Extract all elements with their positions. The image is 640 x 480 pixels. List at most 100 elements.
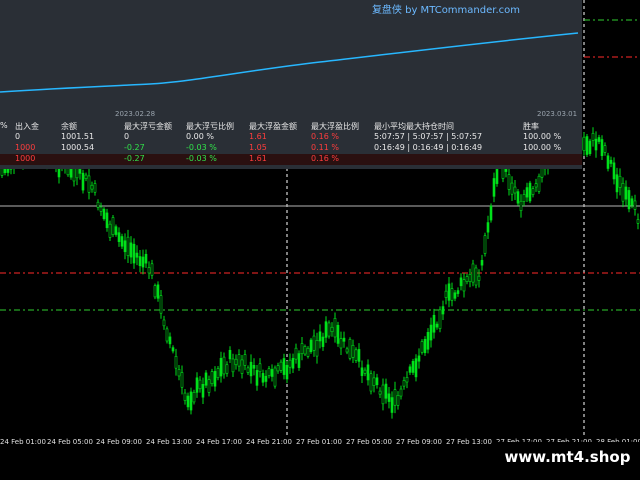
- candle-body: [528, 182, 532, 202]
- candle-body: [372, 377, 376, 386]
- candle-body: [402, 380, 406, 387]
- candle-body: [273, 367, 277, 387]
- candle-body: [327, 322, 331, 337]
- candle-body: [177, 369, 181, 377]
- candle-body: [240, 359, 244, 374]
- candle-body: [207, 379, 211, 393]
- candle-body: [414, 358, 418, 378]
- stats-cell: 5:07:57 | 5:07:57 | 5:07:57: [374, 132, 483, 141]
- stats-cell: 0:16:49 | 0:16:49 | 0:16:49: [374, 143, 483, 152]
- candle-body: [339, 338, 343, 349]
- candlestick-series: [0, 127, 640, 419]
- stats-row: 1000 -0.27 -0.03 % 1.61 0.16 %: [0, 154, 582, 165]
- candle-body: [480, 260, 484, 266]
- candle-body: [255, 370, 259, 386]
- candle-body: [216, 368, 220, 378]
- candle-body: [336, 324, 340, 344]
- time-tick: 27 Feb 01:00: [296, 438, 342, 446]
- candle-body: [237, 354, 241, 367]
- candle-body: [192, 392, 196, 403]
- candle-body: [99, 206, 103, 212]
- stats-cell: 1.05: [249, 143, 267, 152]
- candle-body: [96, 201, 100, 208]
- stats-header: %: [0, 121, 8, 130]
- stats-cell: 100.00 %: [523, 143, 562, 152]
- stats-cell: 1001.51: [61, 132, 95, 141]
- candle-body: [435, 323, 439, 328]
- candle-body: [174, 356, 178, 369]
- candle-body: [189, 391, 193, 411]
- candle-body: [288, 359, 292, 368]
- stats-cell: 1.61: [249, 132, 267, 141]
- candle-body: [621, 183, 625, 202]
- candle-body: [417, 355, 421, 362]
- candle-body: [330, 326, 334, 332]
- candle-body: [261, 373, 265, 383]
- equity-panel: 复盘侠 by MTCommander.com 2023.02.28 2023.0…: [0, 0, 582, 169]
- candle-body: [453, 292, 457, 299]
- candle-body: [186, 395, 190, 408]
- candle-body: [615, 174, 619, 193]
- candle-body: [378, 390, 382, 395]
- candle-body: [537, 175, 541, 192]
- candle-body: [456, 290, 460, 294]
- brand-label[interactable]: 复盘侠 by MTCommander.com: [372, 1, 520, 16]
- candle-body: [141, 256, 145, 268]
- candle-body: [183, 392, 187, 401]
- time-tick: 24 Feb 21:00: [246, 438, 292, 446]
- stats-row: 1000 1000.54 -0.27 -0.03 % 1.05 0.11 % 0…: [0, 143, 582, 154]
- candle-body: [585, 136, 589, 155]
- candle-body: [171, 347, 175, 352]
- candle-body: [444, 290, 448, 298]
- candle-body: [294, 347, 298, 360]
- candle-body: [111, 217, 115, 235]
- candle-body: [405, 377, 409, 383]
- candle-body: [375, 377, 379, 386]
- stats-header: 最小平均最大持仓时间: [374, 122, 454, 131]
- stats-header: 最大浮盈比例: [311, 122, 359, 131]
- candle-body: [519, 200, 523, 211]
- candle-body: [195, 377, 199, 393]
- candle-body: [243, 354, 247, 366]
- candle-body: [129, 242, 133, 258]
- candle-body: [117, 232, 121, 242]
- candle-body: [363, 369, 367, 374]
- candle-body: [396, 395, 400, 406]
- candle-body: [213, 371, 217, 387]
- candle-body: [399, 388, 403, 397]
- candle-body: [204, 372, 208, 386]
- candle-body: [162, 319, 166, 327]
- candle-body: [150, 263, 154, 276]
- candle-body: [513, 186, 517, 194]
- stats-header: 最大浮亏比例: [186, 122, 234, 131]
- equity-curve: [0, 32, 579, 93]
- candle-body: [618, 175, 622, 188]
- candle-body: [270, 369, 274, 377]
- candle-body: [384, 383, 388, 399]
- candle-body: [135, 252, 139, 258]
- candle-body: [522, 194, 526, 202]
- candle-body: [525, 187, 529, 198]
- candle-body: [108, 223, 112, 238]
- candle-body: [348, 339, 352, 359]
- candle-body: [360, 367, 364, 376]
- candle-body: [231, 358, 235, 373]
- candle-body: [345, 348, 349, 353]
- candle-body: [591, 133, 595, 141]
- stats-table: % 出入金 余额 最大浮亏金额 最大浮亏比例 最大浮盈金额 最大浮盈比例 最小平…: [0, 121, 582, 165]
- candle-body: [369, 373, 373, 392]
- candle-body: [333, 317, 337, 338]
- candle-body: [426, 332, 430, 350]
- candle-body: [420, 341, 424, 353]
- time-tick: 24 Feb 05:00: [47, 438, 93, 446]
- candle-body: [630, 198, 634, 206]
- candle-body: [312, 335, 316, 351]
- candle-body: [87, 175, 91, 193]
- candle-body: [465, 276, 469, 282]
- time-tick: 24 Feb 17:00: [196, 438, 242, 446]
- watermark: www.mt4.shop: [495, 442, 640, 472]
- time-tick: 27 Feb 05:00: [346, 438, 392, 446]
- equity-line: [0, 32, 579, 93]
- candle-body: [153, 285, 157, 298]
- candle-body: [291, 358, 295, 369]
